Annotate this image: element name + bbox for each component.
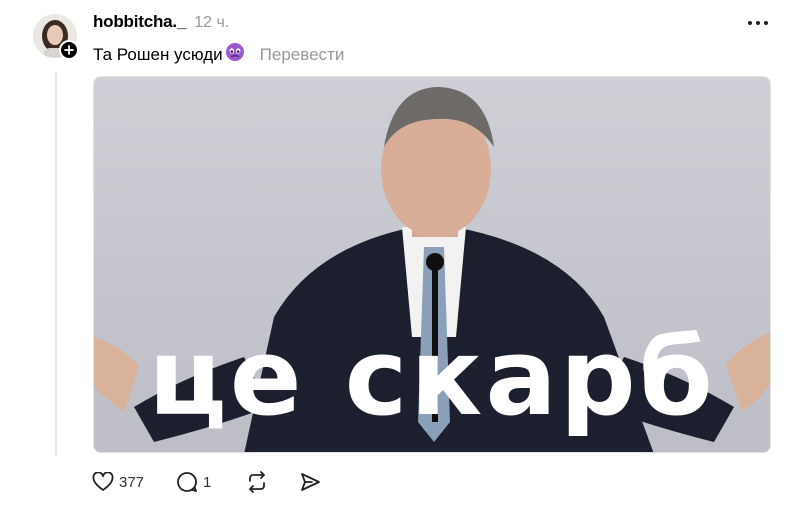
share-button[interactable]: [299, 471, 321, 493]
avatar-container[interactable]: [33, 14, 79, 60]
like-count: 377: [119, 473, 145, 491]
reply-button[interactable]: 1: [176, 471, 211, 493]
send-icon: [301, 473, 321, 491]
image-overlay-caption: це скарб: [148, 316, 716, 439]
repost-button[interactable]: [245, 471, 269, 493]
timestamp[interactable]: 12 ч.: [194, 14, 229, 32]
post-text-row: Та Рошен усюди Перевести: [93, 42, 344, 67]
heart-icon: [92, 472, 114, 491]
post-header: hobbitcha._ 12 ч.: [93, 12, 229, 32]
like-button[interactable]: 377: [92, 472, 144, 492]
username[interactable]: hobbitcha._: [93, 12, 186, 32]
post-image[interactable]: це скарб: [93, 76, 771, 453]
post-actions: 377 1: [92, 471, 321, 493]
translate-link[interactable]: Перевести: [260, 45, 345, 65]
thread-line: [55, 73, 57, 455]
follow-plus-icon[interactable]: [59, 40, 79, 60]
post-text: Та Рошен усюди: [93, 44, 223, 64]
more-options-icon[interactable]: [744, 12, 772, 34]
repost-icon: [249, 471, 266, 493]
worried-face-emoji-icon: [225, 42, 245, 67]
reply-count: 1: [203, 473, 212, 491]
comment-icon: [177, 472, 197, 492]
